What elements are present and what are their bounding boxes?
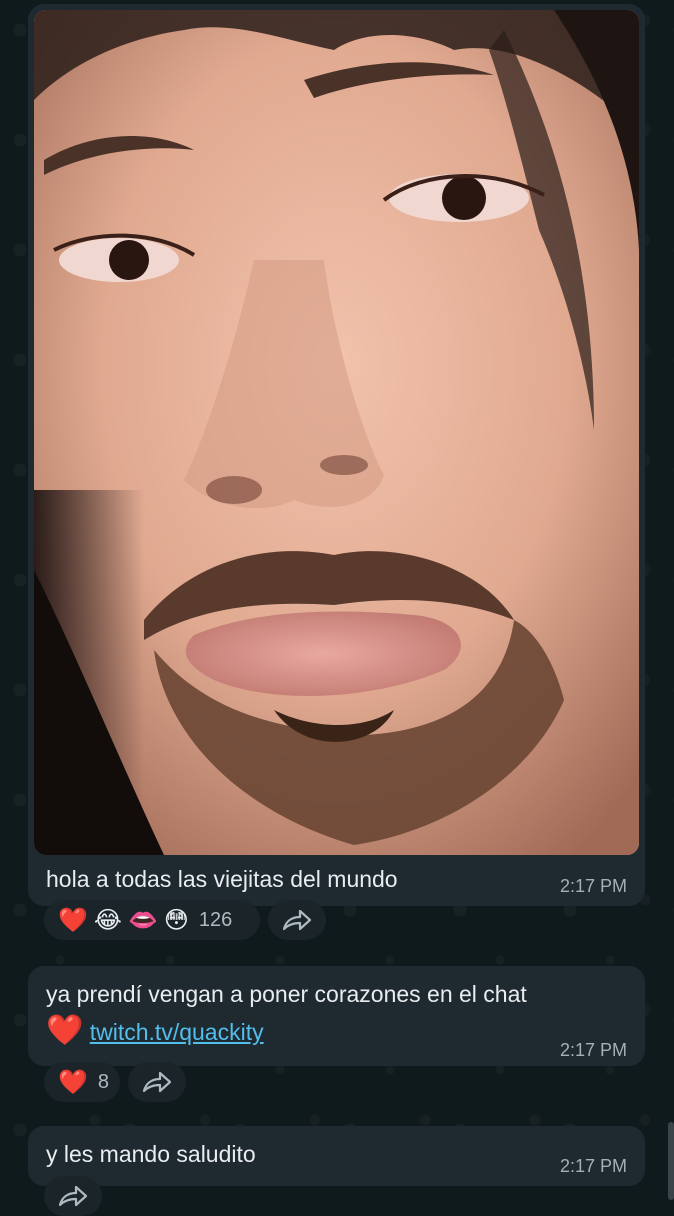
reactions-row: ❤️ 8 <box>44 1062 186 1102</box>
chat-view: hola a todas las viejitas del mundo 2:17… <box>0 0 674 1216</box>
photo-message-bubble[interactable]: hola a todas las viejitas del mundo 2:17… <box>28 4 645 906</box>
message-text: y les mando saludito <box>46 1141 256 1167</box>
message-time: 2:17 PM <box>559 876 627 896</box>
scrollbar[interactable] <box>668 1122 674 1200</box>
forward-arrow-icon <box>58 1185 88 1207</box>
reaction-count: 8 <box>97 1070 110 1093</box>
heart-emoji: ❤️ <box>46 1013 84 1048</box>
reactions-row: ❤️ 😂 👄 😳 126 <box>44 900 326 940</box>
heart-reaction: ❤️ <box>58 1068 88 1096</box>
lips-reaction: 👄 <box>127 906 158 934</box>
photo-caption: hola a todas las viejitas del mundo <box>46 866 398 892</box>
message-text: ya prendí vengan a poner corazones en el… <box>46 981 527 1007</box>
reaction-count: 126 <box>198 908 233 931</box>
flushed-reaction: 😳 <box>163 906 189 934</box>
forward-button[interactable] <box>268 900 326 940</box>
reactions-pill[interactable]: ❤️ 8 <box>44 1062 120 1102</box>
heart-reaction: ❤️ <box>58 906 88 934</box>
reactions-pill[interactable]: ❤️ 😂 👄 😳 126 <box>44 900 260 940</box>
forward-arrow-icon <box>282 909 312 931</box>
message-second-line: ❤️ twitch.tv/quackity <box>46 1014 264 1050</box>
twitch-link[interactable]: twitch.tv/quackity <box>90 1019 264 1045</box>
forward-button[interactable] <box>128 1062 186 1102</box>
message-time: 2:17 PM <box>559 1040 627 1060</box>
message-time: 2:17 PM <box>559 1156 627 1176</box>
forward-arrow-icon <box>142 1071 172 1093</box>
selfie-photo[interactable] <box>34 10 639 855</box>
laughing-reaction: 😂 <box>93 906 122 934</box>
text-message-bubble[interactable]: y les mando saludito 2:17 PM <box>28 1126 645 1186</box>
forward-button[interactable] <box>44 1176 102 1216</box>
text-message-bubble[interactable]: ya prendí vengan a poner corazones en el… <box>28 966 645 1066</box>
